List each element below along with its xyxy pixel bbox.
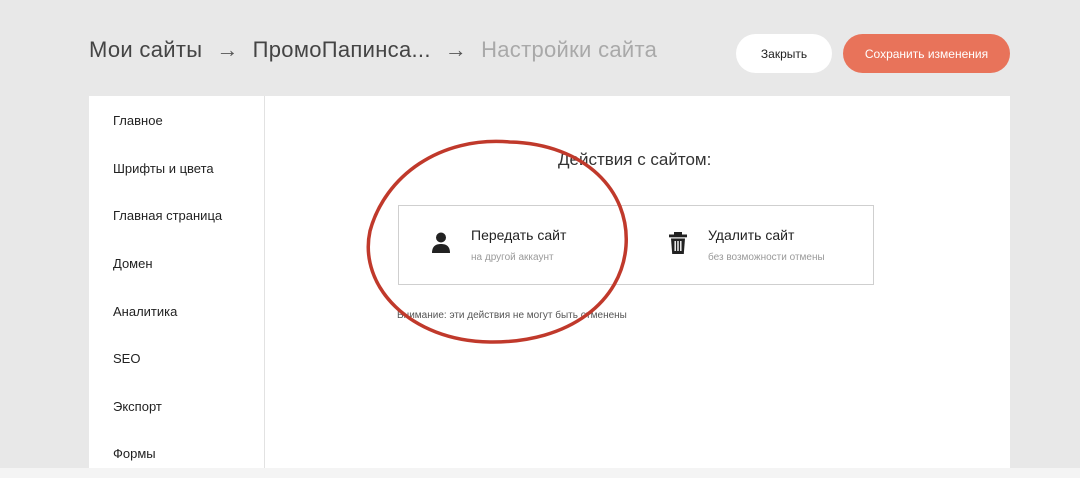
breadcrumb-separator: → (216, 37, 239, 62)
close-button[interactable]: Закрыть (736, 34, 832, 73)
sidebar-item-main[interactable]: Главное (113, 113, 163, 128)
delete-site-card[interactable]: Удалить сайт без возможности отмены (636, 205, 874, 285)
save-changes-button[interactable]: Сохранить изменения (843, 34, 1010, 73)
user-icon (432, 232, 450, 253)
breadcrumb-separator: → (444, 37, 468, 62)
sidebar-item-home-page[interactable]: Главная страница (113, 208, 222, 223)
breadcrumb-site-name[interactable]: ПромоПапинса... (253, 37, 431, 63)
delete-site-subtitle: без возможности отмены (708, 252, 825, 263)
delete-site-title: Удалить сайт (708, 227, 795, 243)
breadcrumb-current-page: Настройки сайта (481, 37, 658, 62)
breadcrumb: Мои сайты → ПромоПапинса... → Настройки … (89, 34, 657, 66)
transfer-site-title: Передать сайт (471, 227, 567, 243)
sidebar-item-domain[interactable]: Домен (113, 256, 153, 271)
transfer-site-card[interactable]: Передать сайт на другой аккаунт (398, 205, 637, 285)
settings-panel: Главное Шрифты и цвета Главная страница … (89, 96, 1010, 468)
bottom-strip (0, 468, 1080, 478)
settings-content: Действия с сайтом: Передать сайт на друг… (265, 96, 1010, 468)
trash-icon (669, 232, 687, 254)
sidebar-item-fonts-colors[interactable]: Шрифты и цвета (113, 161, 214, 176)
sidebar-item-analytics[interactable]: Аналитика (113, 304, 177, 319)
sidebar-item-export[interactable]: Экспорт (113, 399, 162, 414)
actions-title: Действия с сайтом: (558, 150, 712, 169)
transfer-site-subtitle: на другой аккаунт (471, 252, 554, 263)
settings-sidebar: Главное Шрифты и цвета Главная страница … (89, 96, 265, 468)
warning-text: Внимание: эти действия не могут быть отм… (397, 310, 627, 321)
breadcrumb-my-sites[interactable]: Мои сайты (89, 37, 202, 63)
sidebar-item-forms[interactable]: Формы (113, 446, 156, 461)
sidebar-item-seo[interactable]: SEO (113, 351, 140, 366)
